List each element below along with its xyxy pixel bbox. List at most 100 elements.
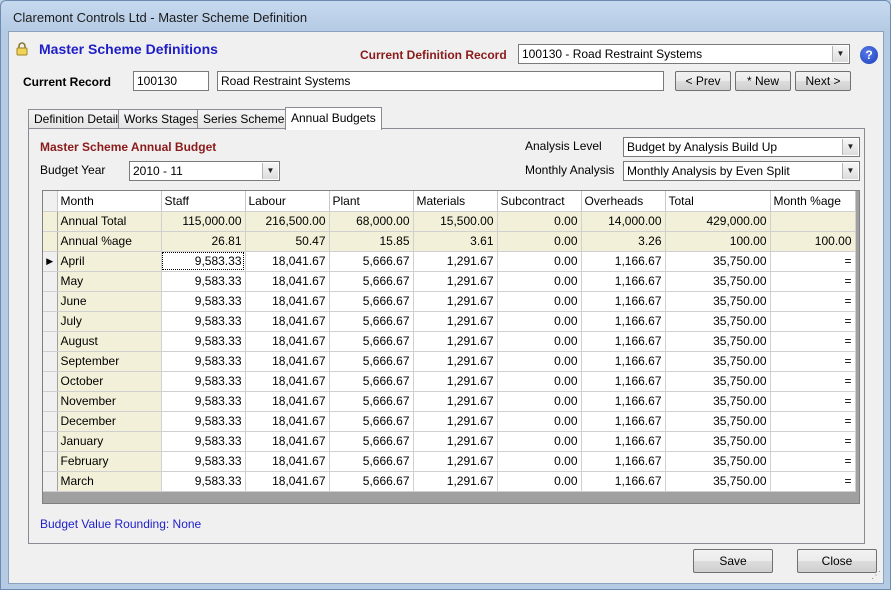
- grid-cell[interactable]: 9,583.33: [161, 471, 246, 492]
- grid-cell[interactable]: 18,041.67: [245, 431, 330, 452]
- grid-cell[interactable]: 0.00: [497, 371, 582, 392]
- chevron-down-icon[interactable]: ▼: [262, 163, 278, 179]
- grid-cell[interactable]: 0.00: [497, 431, 582, 452]
- grid-cell[interactable]: 35,750.00: [665, 251, 771, 272]
- table-row[interactable]: November 9,583.33 18,041.67 5,666.67 1,291.6…: [43, 391, 856, 412]
- grid-cell[interactable]: 1,291.67: [413, 311, 498, 332]
- summary-row[interactable]: Annual Total 115,000.00 216,500.00 68,000.0…: [43, 211, 856, 232]
- table-row[interactable]: ▶ April 9,583.33 18,041.67 5,666.67 1,291.67 0…: [43, 251, 856, 272]
- row-selector[interactable]: [43, 371, 58, 392]
- column-header[interactable]: Labour: [245, 191, 330, 212]
- new-button[interactable]: * New: [735, 71, 791, 91]
- grid-cell[interactable]: 1,166.67: [581, 351, 666, 372]
- grid-cell[interactable]: =: [770, 271, 856, 292]
- table-row[interactable]: August 9,583.33 18,041.67 5,666.67 1,291.67 0…: [43, 331, 856, 352]
- grid-cell[interactable]: =: [770, 331, 856, 352]
- tab-annual-budgets[interactable]: Annual Budgets: [285, 107, 382, 130]
- column-header[interactable]: Total: [665, 191, 771, 212]
- table-row[interactable]: February 9,583.33 18,041.67 5,666.67 1,291.6…: [43, 451, 856, 472]
- grid-cell[interactable]: 9,583.33: [161, 331, 246, 352]
- row-selector[interactable]: [43, 471, 58, 492]
- close-button[interactable]: Close: [797, 549, 877, 573]
- grid-cell[interactable]: 35,750.00: [665, 311, 771, 332]
- tab-definition-details[interactable]: Definition Details: [28, 109, 131, 129]
- next-button[interactable]: Next >: [795, 71, 851, 91]
- grid-cell[interactable]: 0.00: [497, 271, 582, 292]
- grid-cell[interactable]: =: [770, 451, 856, 472]
- grid-cell[interactable]: 5,666.67: [329, 391, 414, 412]
- chevron-down-icon[interactable]: ▼: [832, 46, 848, 62]
- grid-cell[interactable]: 1,166.67: [581, 271, 666, 292]
- budget-grid[interactable]: Month Staff Labour Plant Materials Subcontrac…: [42, 190, 860, 504]
- grid-cell[interactable]: 1,291.67: [413, 351, 498, 372]
- row-selector[interactable]: [43, 291, 58, 312]
- table-row[interactable]: March 9,583.33 18,041.67 5,666.67 1,291.67 0.…: [43, 471, 856, 492]
- grid-cell[interactable]: =: [770, 471, 856, 492]
- grid-cell[interactable]: 5,666.67: [329, 271, 414, 292]
- row-selector[interactable]: [43, 211, 58, 232]
- grid-cell[interactable]: 5,666.67: [329, 331, 414, 352]
- grid-cell[interactable]: 5,666.67: [329, 351, 414, 372]
- record-name-field[interactable]: Road Restraint Systems: [217, 71, 664, 91]
- grid-cell[interactable]: 9,583.33: [161, 351, 246, 372]
- grid-cell[interactable]: 1,291.67: [413, 291, 498, 312]
- budget-year-select[interactable]: 2010 - 11 ▼: [129, 161, 280, 181]
- grid-cell[interactable]: =: [770, 351, 856, 372]
- grid-cell[interactable]: 9,583.33: [161, 291, 246, 312]
- grid-cell[interactable]: 0.00: [497, 291, 582, 312]
- grid-cell[interactable]: 1,291.67: [413, 331, 498, 352]
- chevron-down-icon[interactable]: ▼: [842, 163, 858, 179]
- prev-button[interactable]: < Prev: [675, 71, 731, 91]
- tab-series-schemes[interactable]: Series Schemes: [197, 109, 297, 129]
- grid-cell[interactable]: 0.00: [497, 471, 582, 492]
- monthly-analysis-select[interactable]: Monthly Analysis by Even Split ▼: [623, 161, 860, 181]
- table-row[interactable]: May 9,583.33 18,041.67 5,666.67 1,291.67 0.00…: [43, 271, 856, 292]
- resize-grip-icon[interactable]: ⋰: [871, 571, 881, 581]
- grid-cell[interactable]: 1,166.67: [581, 371, 666, 392]
- grid-cell[interactable]: 1,291.67: [413, 431, 498, 452]
- grid-cell[interactable]: 1,166.67: [581, 431, 666, 452]
- grid-cell[interactable]: =: [770, 411, 856, 432]
- row-selector[interactable]: [43, 431, 58, 452]
- grid-cell[interactable]: 35,750.00: [665, 351, 771, 372]
- grid-cell[interactable]: 5,666.67: [329, 311, 414, 332]
- tab-works-stages[interactable]: Works Stages: [118, 109, 205, 129]
- grid-cell[interactable]: 35,750.00: [665, 271, 771, 292]
- column-header[interactable]: Staff: [161, 191, 246, 212]
- grid-cell[interactable]: 5,666.67: [329, 251, 414, 272]
- grid-cell[interactable]: 18,041.67: [245, 251, 330, 272]
- save-button[interactable]: Save: [693, 549, 773, 573]
- column-header[interactable]: Subcontract: [497, 191, 582, 212]
- row-selector[interactable]: [43, 411, 58, 432]
- grid-cell[interactable]: 35,750.00: [665, 451, 771, 472]
- grid-cell[interactable]: 1,166.67: [581, 291, 666, 312]
- grid-cell[interactable]: 9,583.33: [161, 391, 246, 412]
- table-row[interactable]: January 9,583.33 18,041.67 5,666.67 1,291.67…: [43, 431, 856, 452]
- row-selector[interactable]: ▶: [43, 251, 58, 272]
- grid-cell[interactable]: 9,583.33: [161, 251, 246, 272]
- table-row[interactable]: December 9,583.33 18,041.67 5,666.67 1,291.6…: [43, 411, 856, 432]
- grid-cell[interactable]: 18,041.67: [245, 451, 330, 472]
- grid-cell[interactable]: =: [770, 251, 856, 272]
- row-selector[interactable]: [43, 351, 58, 372]
- column-header[interactable]: Month %age: [770, 191, 856, 212]
- row-selector[interactable]: [43, 331, 58, 352]
- table-row[interactable]: October 9,583.33 18,041.67 5,666.67 1,291.67…: [43, 371, 856, 392]
- grid-cell[interactable]: 35,750.00: [665, 431, 771, 452]
- table-row[interactable]: September 9,583.33 18,041.67 5,666.67 1,291.…: [43, 351, 856, 372]
- grid-cell[interactable]: 18,041.67: [245, 471, 330, 492]
- grid-cell[interactable]: 1,291.67: [413, 411, 498, 432]
- grid-cell[interactable]: 1,291.67: [413, 451, 498, 472]
- grid-cell[interactable]: 18,041.67: [245, 411, 330, 432]
- grid-cell[interactable]: 35,750.00: [665, 371, 771, 392]
- grid-cell[interactable]: 0.00: [497, 251, 582, 272]
- table-row[interactable]: July 9,583.33 18,041.67 5,666.67 1,291.67 0.0…: [43, 311, 856, 332]
- grid-cell[interactable]: 35,750.00: [665, 291, 771, 312]
- grid-cell[interactable]: 1,291.67: [413, 251, 498, 272]
- summary-row[interactable]: Annual %age 26.81 50.47 15.85 3.61 0.00 3.26 10…: [43, 231, 856, 252]
- grid-cell[interactable]: 0.00: [497, 351, 582, 372]
- grid-cell[interactable]: 1,166.67: [581, 251, 666, 272]
- grid-cell[interactable]: 35,750.00: [665, 411, 771, 432]
- analysis-level-select[interactable]: Budget by Analysis Build Up ▼: [623, 137, 860, 157]
- grid-cell[interactable]: 9,583.33: [161, 431, 246, 452]
